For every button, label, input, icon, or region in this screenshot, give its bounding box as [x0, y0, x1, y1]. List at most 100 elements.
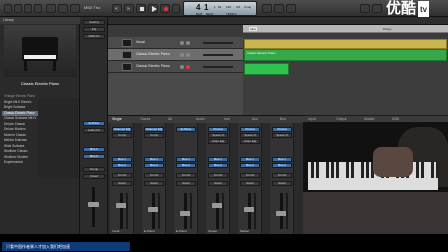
send-slot[interactable]: Bus 1: [240, 157, 260, 162]
library-category[interactable]: Bright Suitcase: [2, 105, 38, 110]
track-header[interactable]: Classic Electric Piano: [108, 49, 243, 61]
mute-button[interactable]: [180, 65, 184, 69]
library-category[interactable]: Vintage Electric Piano: [2, 94, 38, 99]
strip-automation[interactable]: Read: [83, 174, 105, 179]
plugin-slot[interactable]: Space D: [240, 133, 260, 138]
library-category[interactable]: Mellow Suitcase: [2, 138, 38, 143]
mixer-tab[interactable]: Inst: [224, 117, 230, 121]
library-category[interactable]: Deluxe Classic: [2, 122, 38, 127]
library-category[interactable]: Experimental: [2, 160, 38, 165]
mixer-tab[interactable]: Master: [364, 117, 375, 121]
lcd-display[interactable]: 4 1 1 54 120 4/4 Cmaj BAR BEAT TEMPO: [183, 1, 257, 16]
strip-volume-fader[interactable]: [88, 202, 99, 207]
library-category[interactable]: Bright Mk II Electric: [2, 100, 38, 105]
track-volume-slider[interactable]: [203, 42, 233, 44]
send-slot[interactable]: Bus 1: [144, 157, 164, 162]
mixer-tab[interactable]: Single: [112, 117, 122, 121]
tracks-area[interactable]: Classic Electric Piano: [243, 37, 448, 115]
plugin-slot[interactable]: Chan EQ: [240, 139, 260, 144]
mute-button[interactable]: [180, 53, 184, 57]
record-button[interactable]: [160, 4, 170, 13]
send-slot[interactable]: Bus 2: [240, 163, 260, 168]
mixer-tab[interactable]: Tracks: [140, 117, 150, 121]
strip-send-1[interactable]: Bus 1: [83, 147, 105, 152]
count-in-button[interactable]: [274, 4, 284, 13]
toolbar-button[interactable]: [34, 4, 42, 13]
plugin-slot[interactable]: Space D: [208, 133, 228, 138]
mixer-tab[interactable]: Aux: [252, 117, 258, 121]
play-button[interactable]: [148, 4, 158, 13]
library-category[interactable]: Modern Classic: [2, 133, 38, 138]
automation-mode[interactable]: Read: [208, 181, 228, 186]
track-volume-slider[interactable]: [203, 66, 233, 68]
library-category[interactable]: Deluxe Modern: [2, 127, 38, 132]
plugin-slot[interactable]: Comp: [112, 133, 132, 138]
plugin-slot[interactable]: Space D: [272, 133, 292, 138]
send-slot[interactable]: Bus 2: [272, 163, 292, 168]
send-slot[interactable]: Bus 2: [208, 163, 228, 168]
rewind-button[interactable]: «: [112, 4, 122, 13]
mixer-tab[interactable]: Input: [308, 117, 316, 121]
automation-mode[interactable]: Read: [112, 181, 132, 186]
plugin-slot[interactable]: E-Piano: [176, 127, 196, 132]
mixer-tab[interactable]: Audio: [196, 117, 205, 121]
send-slot[interactable]: Bus 1: [112, 157, 132, 162]
mixer-tab[interactable]: Bus: [280, 117, 286, 121]
record-enable-button[interactable]: [186, 65, 190, 69]
stop-button[interactable]: [136, 4, 146, 13]
library-button[interactable]: [4, 4, 12, 13]
plugin-slot[interactable]: Comp: [144, 133, 164, 138]
output-slot[interactable]: St Out: [144, 173, 164, 178]
send-slot[interactable]: Bus 2: [176, 163, 196, 168]
quick-help-button[interactable]: [24, 4, 32, 13]
plugin-slot[interactable]: Chorus: [272, 127, 292, 132]
forward-button[interactable]: »: [124, 4, 134, 13]
region-audio[interactable]: [244, 39, 447, 49]
library-category[interactable]: Wurlitzer Classic: [2, 149, 38, 154]
automation-mode[interactable]: Read: [240, 181, 260, 186]
region-midi[interactable]: Classic Electric Piano: [244, 49, 447, 61]
send-slot[interactable]: Bus 1: [176, 157, 196, 162]
ruler[interactable]: Intro Bridge: [243, 25, 448, 33]
plugin-slot[interactable]: Channel EQ: [112, 127, 132, 132]
strip-midi-fx[interactable]: MIDI FX: [83, 34, 105, 39]
output-slot[interactable]: St Out: [240, 173, 260, 178]
solo-button[interactable]: [186, 41, 190, 45]
solo-button[interactable]: [186, 53, 190, 57]
track-volume-slider[interactable]: [203, 54, 233, 56]
output-slot[interactable]: St Out: [176, 173, 196, 178]
plugin-slot[interactable]: Chorus: [240, 127, 260, 132]
automation-mode[interactable]: Read: [144, 181, 164, 186]
strip-audio-fx[interactable]: Audio FX: [83, 128, 105, 133]
automation-mode[interactable]: Read: [176, 181, 196, 186]
library-category[interactable]: Wide Suitcase: [2, 144, 38, 149]
mixer-tab[interactable]: All: [168, 117, 172, 121]
mixer-tab[interactable]: Output: [336, 117, 347, 121]
automation-mode[interactable]: Read: [272, 181, 292, 186]
strip-group[interactable]: Group: [83, 167, 105, 172]
track-header[interactable]: Classic Electric Piano: [108, 61, 243, 73]
library-category[interactable]: Classic Suitcase Mk IV: [2, 116, 38, 121]
strip-instrument[interactable]: E-Piano: [83, 121, 105, 126]
strip-eq[interactable]: EQ: [83, 27, 105, 32]
mixer-tab[interactable]: MIDI: [392, 117, 399, 121]
plugin-slot[interactable]: Chorus: [208, 127, 228, 132]
library-category[interactable]: Wurlitzer Modern: [2, 155, 38, 160]
send-slot[interactable]: Bus 1: [208, 157, 228, 162]
metronome-button[interactable]: [286, 4, 296, 13]
region-midi[interactable]: [244, 63, 289, 75]
strip-send-2[interactable]: Bus 2: [83, 154, 105, 159]
strip-setting[interactable]: Setting: [83, 20, 105, 25]
output-slot[interactable]: St Out: [112, 173, 132, 178]
library-patch-list[interactable]: [38, 98, 78, 178]
track-header[interactable]: Vocal: [108, 37, 243, 49]
mixer-button[interactable]: [58, 4, 68, 13]
editors-button[interactable]: [70, 4, 80, 13]
notepad-button[interactable]: [360, 4, 370, 13]
inspector-button[interactable]: [14, 4, 22, 13]
plugin-slot[interactable]: Chan EQ: [208, 139, 228, 144]
loop-browser-button[interactable]: [372, 4, 382, 13]
mute-button[interactable]: [180, 41, 184, 45]
library-category[interactable]: Classic Electric Piano: [2, 110, 38, 116]
send-slot[interactable]: Bus 2: [112, 163, 132, 168]
